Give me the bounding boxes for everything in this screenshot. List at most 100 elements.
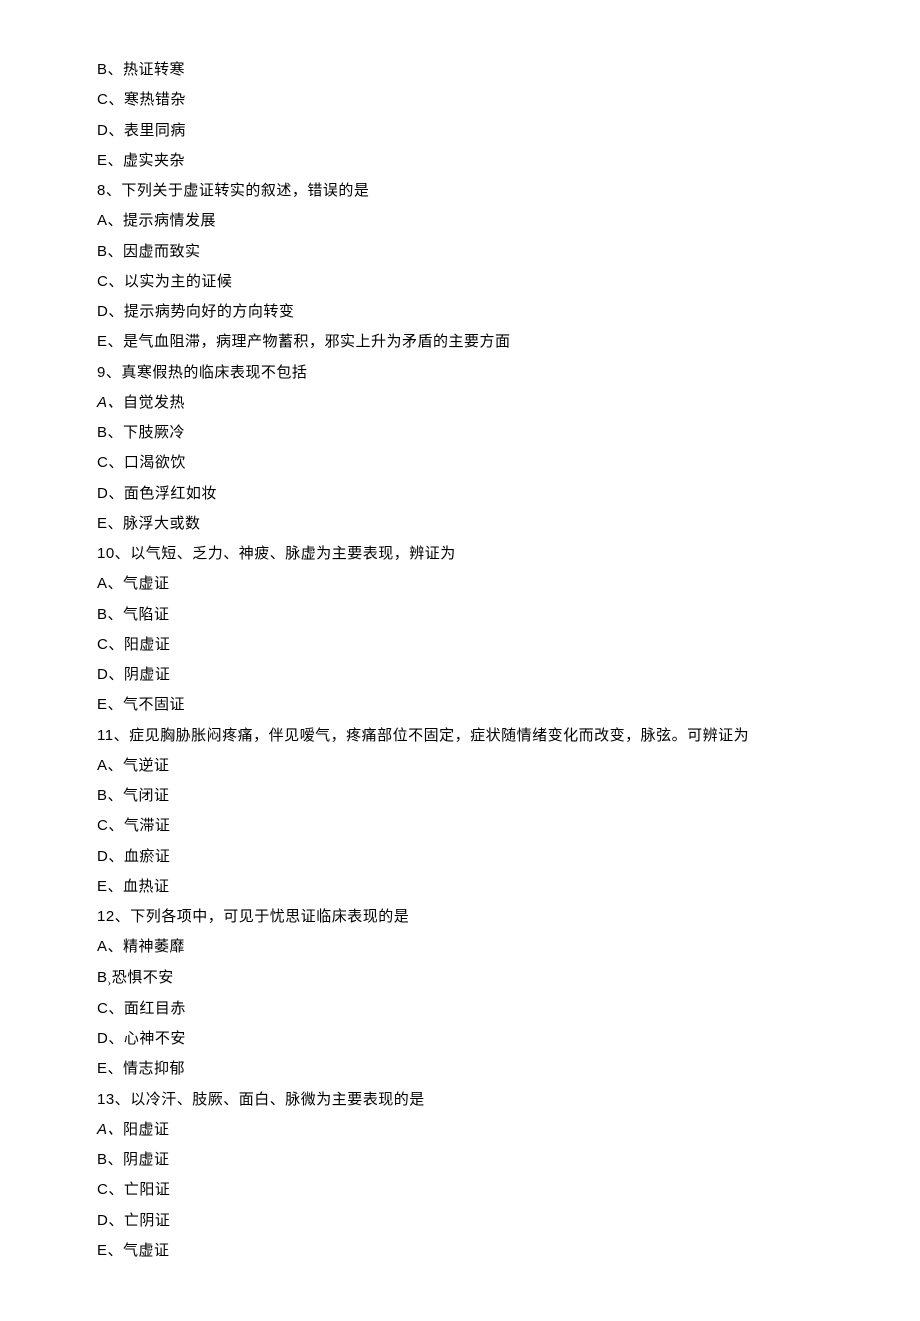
line-text: 下肢厥冷	[123, 425, 185, 441]
text-line-q13-c: C、亡阳证	[97, 1175, 892, 1205]
line-prefix: 11、	[97, 727, 129, 744]
line-prefix: D、	[97, 666, 124, 683]
line-text: 下列关于虚证转实的叙述，错误的是	[121, 183, 369, 199]
text-line-q10-e: E、气不固证	[97, 690, 892, 720]
line-prefix: A、	[97, 938, 123, 955]
text-line-q8-e: E、是气血阻滞，病理产物蓄积，邪实上升为矛盾的主要方面	[97, 327, 892, 357]
text-line-q11-a: A、气逆证	[97, 751, 892, 781]
text-line-q9-d: D、面色浮红如妆	[97, 479, 892, 509]
line-text: 血瘀证	[124, 849, 171, 865]
line-prefix: A、	[97, 575, 123, 592]
text-line-q9-e: E、脉浮大或数	[97, 509, 892, 539]
text-line-q9-b: B、下肢厥冷	[97, 418, 892, 448]
line-prefix: E、	[97, 1242, 123, 1259]
line-prefix: D、	[97, 1030, 124, 1047]
line-text: 气陷证	[123, 607, 170, 623]
text-line-q8: 8、下列关于虚证转实的叙述，错误的是	[97, 176, 892, 206]
line-text: 提示病势向好的方向转变	[124, 304, 295, 320]
text-line-q7-c: C、寒热错杂	[97, 85, 892, 115]
text-line-q10-c: C、阳虚证	[97, 630, 892, 660]
line-text: 脉浮大或数	[123, 516, 201, 532]
text-line-q12-c: C、面红目赤	[97, 994, 892, 1024]
text-line-q8-b: B、因虚而致实	[97, 237, 892, 267]
line-prefix: 9、	[97, 364, 121, 381]
line-prefix: D、	[97, 485, 124, 502]
line-prefix: C、	[97, 636, 124, 653]
line-text: 以实为主的证候	[124, 274, 233, 290]
line-prefix: E、	[97, 1060, 123, 1077]
text-line-q12-b: B›恐惧不安	[97, 963, 892, 994]
line-text: 气虚证	[123, 1243, 170, 1259]
text-line-q7-d: D、表里同病	[97, 116, 892, 146]
line-text: 热证转寒	[123, 62, 185, 78]
line-text: 心神不安	[124, 1031, 186, 1047]
line-prefix: E、	[97, 333, 123, 350]
line-prefix: D、	[97, 303, 124, 320]
line-text: 气闭证	[123, 788, 170, 804]
line-prefix: B、	[97, 606, 123, 623]
line-text: 阴虚证	[123, 1152, 170, 1168]
text-line-q13: 13、以冷汗、肢厥、面白、脉微为主要表现的是	[97, 1085, 892, 1115]
line-text: 阳虚证	[124, 637, 171, 653]
option-text: 自觉发热	[123, 395, 185, 411]
line-text: 亡阴证	[124, 1213, 171, 1229]
line-prefix: C、	[97, 454, 124, 471]
line-text: 精神萎靡	[123, 939, 185, 955]
line-text: 下列各项中，可见于忧思证临床表现的是	[130, 909, 409, 925]
line-text: 气虚证	[123, 576, 170, 592]
line-prefix: B、	[97, 1151, 123, 1168]
text-line-q12-a: A、精神萎靡	[97, 932, 892, 962]
option-prefix: B	[97, 969, 108, 986]
line-text: 气滞证	[124, 818, 171, 834]
line-prefix: E、	[97, 515, 123, 532]
text-line-q13-d: D、亡阴证	[97, 1206, 892, 1236]
line-prefix: A、	[97, 757, 123, 774]
line-text: 亡阳证	[124, 1182, 171, 1198]
line-text: 提示病情发展	[123, 213, 216, 229]
text-line-q7-e: E、虚实夹杂	[97, 146, 892, 176]
option-text: 阳虚证	[123, 1122, 170, 1138]
line-text: 因虚而致实	[123, 244, 201, 260]
line-prefix: B、	[97, 424, 123, 441]
text-line-q8-c: C、以实为主的证候	[97, 267, 892, 297]
text-line-q11-d: D、血瘀证	[97, 842, 892, 872]
option-prefix: A、	[97, 1121, 123, 1138]
line-prefix: B、	[97, 787, 123, 804]
text-line-q11-b: B、气闭证	[97, 781, 892, 811]
line-prefix: 10、	[97, 545, 130, 562]
line-prefix: C、	[97, 817, 124, 834]
option-prefix: A、	[97, 394, 123, 411]
line-text: 面色浮红如妆	[124, 486, 217, 502]
line-prefix: C、	[97, 91, 124, 108]
line-text: 表里同病	[124, 123, 186, 139]
text-line-q13-a: A、阳虚证	[97, 1115, 892, 1145]
line-prefix: D、	[97, 848, 124, 865]
line-prefix: 13、	[97, 1091, 130, 1108]
line-prefix: E、	[97, 878, 123, 895]
line-text: 寒热错杂	[124, 92, 186, 108]
line-text: 血热证	[123, 879, 170, 895]
text-line-q11-c: C、气滞证	[97, 811, 892, 841]
line-text: 气不固证	[123, 697, 185, 713]
text-line-q10-d: D、阴虚证	[97, 660, 892, 690]
text-line-q12: 12、下列各项中，可见于忧思证临床表现的是	[97, 902, 892, 932]
text-line-q9-a: A、自觉发热	[97, 388, 892, 418]
line-prefix: E、	[97, 152, 123, 169]
line-text: 是气血阻滞，病理产物蓄积，邪实上升为矛盾的主要方面	[123, 334, 511, 350]
line-prefix: C、	[97, 1181, 124, 1198]
line-text: 以冷汗、肢厥、面白、脉微为主要表现的是	[130, 1092, 425, 1108]
text-line-q12-d: D、心神不安	[97, 1024, 892, 1054]
line-text: 气逆证	[123, 758, 170, 774]
line-prefix: C、	[97, 1000, 124, 1017]
line-prefix: E、	[97, 696, 123, 713]
line-text: 口渴欲饮	[124, 455, 186, 471]
text-line-q9-c: C、口渴欲饮	[97, 448, 892, 478]
line-text: 面红目赤	[124, 1001, 186, 1017]
text-line-q12-e: E、情志抑郁	[97, 1054, 892, 1084]
text-line-q11-e: E、血热证	[97, 872, 892, 902]
text-line-q11: 11、症见胸胁胀闷疼痛，伴见嗳气，疼痛部位不固定，症状随情绪变化而改变，脉弦。可…	[97, 721, 892, 751]
text-line-q7-b: B、热证转寒	[97, 55, 892, 85]
line-prefix: B、	[97, 61, 123, 78]
line-prefix: 8、	[97, 182, 121, 199]
text-line-q10-b: B、气陷证	[97, 600, 892, 630]
